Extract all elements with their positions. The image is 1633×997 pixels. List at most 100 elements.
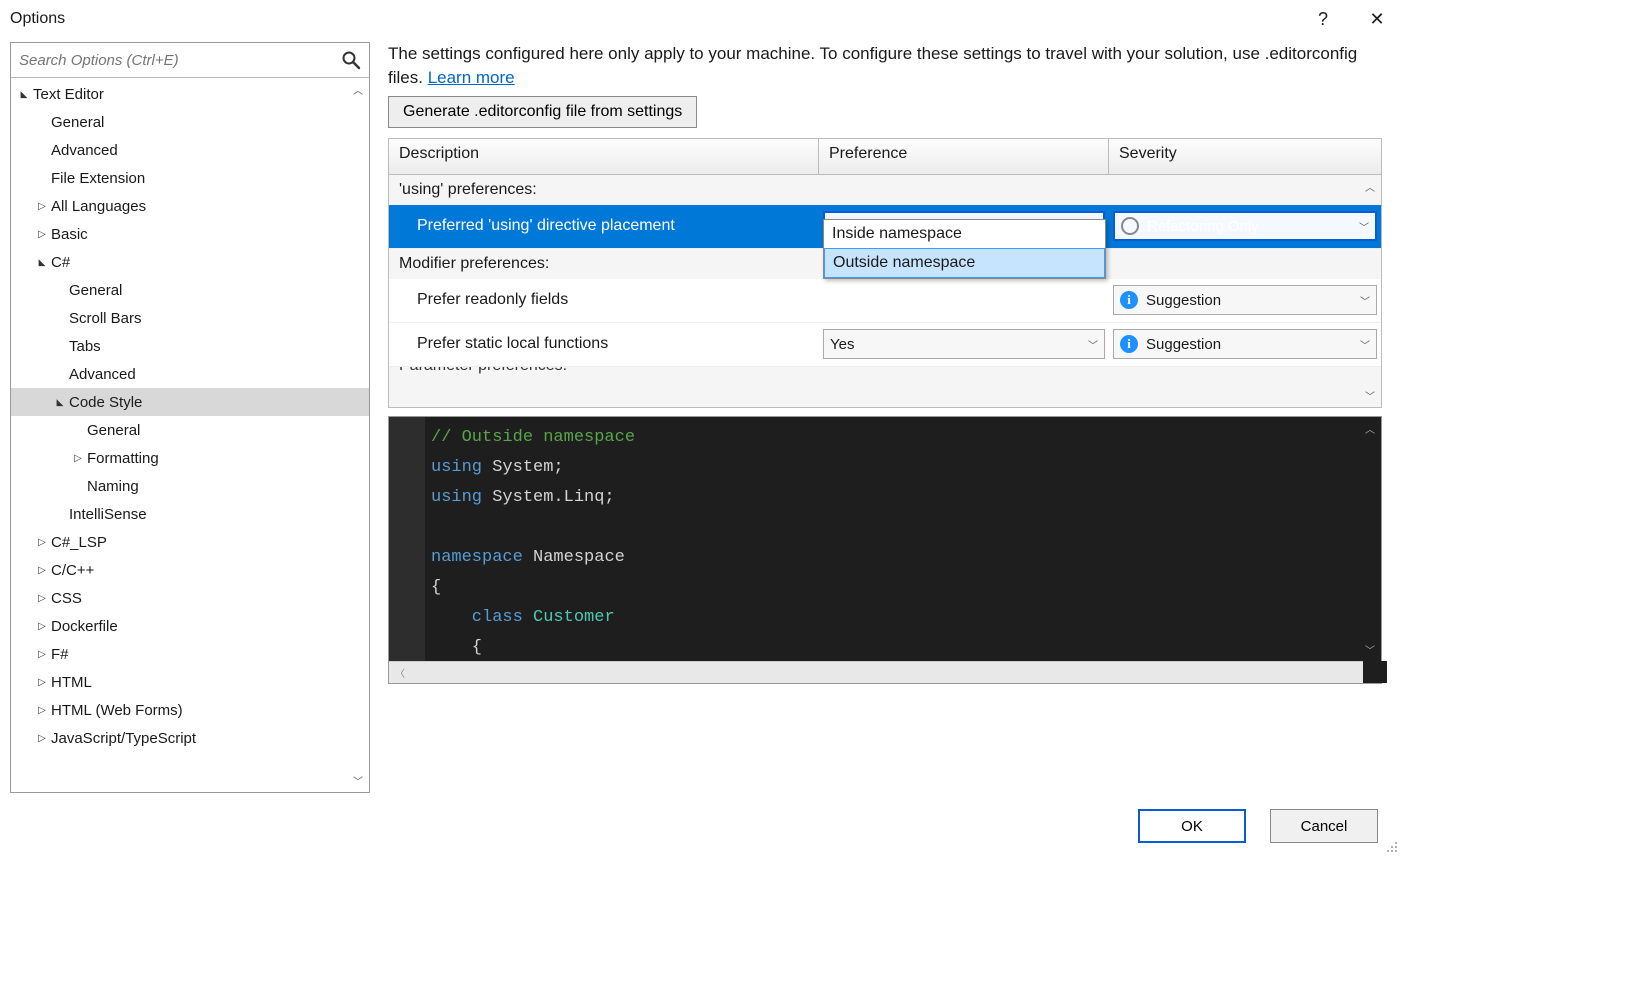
cell-severity: iSuggestion﹀ [1109,285,1381,315]
tree-node[interactable]: ▷HTML [11,668,369,696]
grid-scroll-down-icon[interactable]: ﹀ [1363,388,1377,403]
tree-node[interactable]: ◢Text Editor [11,80,369,108]
expand-icon[interactable]: ▷ [35,537,49,548]
tree-label: Text Editor [31,86,104,103]
collapse-icon[interactable]: ◢ [17,89,31,100]
cell-preference: Yes﹀ [819,329,1109,359]
cell-severity: Refactoring Only﹀ [1109,211,1381,241]
setting-description: Prefer readonly fields [389,291,819,309]
dropdown-option[interactable]: Outside namespace [824,248,1105,278]
tree-node[interactable]: ▷Advanced [11,136,369,164]
tree-node[interactable]: ▷General [11,276,369,304]
tree-node[interactable]: ▷File Extension [11,164,369,192]
info-icon: i [1120,335,1138,353]
preference-combo[interactable]: Yes﹀ [823,329,1105,359]
cancel-button[interactable]: Cancel [1270,809,1378,843]
expand-icon[interactable]: ▷ [35,593,49,604]
expand-icon[interactable]: ▷ [35,677,49,688]
collapse-icon[interactable]: ◢ [53,397,67,408]
tree-scroll[interactable]: ︿ ﹀ ◢Text Editor▷General▷Advanced▷File E… [11,78,369,792]
cell-severity: iSuggestion﹀ [1109,329,1381,359]
expand-icon[interactable]: ▷ [35,229,49,240]
tree-node[interactable]: ▷Dockerfile [11,612,369,640]
tree-label: Advanced [67,366,136,383]
grid-body[interactable]: ︿ ﹀ 'using' preferences:Preferred 'using… [389,175,1381,407]
grid-scroll-up-icon[interactable]: ︿ [1363,179,1377,194]
generate-editorconfig-button[interactable]: Generate .editorconfig file from setting… [388,96,697,128]
footer: OK Cancel [0,797,1400,855]
resize-grip-icon[interactable] [1383,838,1397,852]
expand-icon[interactable]: ▷ [35,733,49,744]
tree-node[interactable]: ▷HTML (Web Forms) [11,696,369,724]
combo-value: Suggestion [1146,292,1221,309]
tree-node[interactable]: ▷CSS [11,584,369,612]
expand-icon[interactable]: ▷ [35,705,49,716]
setting-description: Prefer static local functions [389,335,819,353]
tree-node[interactable]: ▷C/C++ [11,556,369,584]
close-icon[interactable]: ✕ [1364,6,1390,32]
tree-label: File Extension [49,170,145,187]
expand-icon[interactable]: ▷ [35,649,49,660]
severity-combo[interactable]: iSuggestion﹀ [1113,329,1377,359]
settings-grid: Description Preference Severity ︿ ﹀ 'usi… [388,138,1382,408]
severity-combo[interactable]: iSuggestion﹀ [1113,285,1377,315]
tree: ◢Text Editor▷General▷Advanced▷File Exten… [11,78,369,754]
col-preference[interactable]: Preference [819,139,1109,174]
setting-description: Preferred 'using' directive placement [389,217,819,235]
search-input[interactable] [11,43,369,77]
scroll-up-icon[interactable]: ︿ [351,82,365,97]
hint-text: The settings configured here only apply … [388,42,1382,90]
tree-node[interactable]: ▷Basic [11,220,369,248]
chevron-down-icon: ﹀ [1359,219,1369,234]
dropdown-option[interactable]: Inside namespace [824,220,1105,248]
ok-button[interactable]: OK [1138,809,1246,843]
tree-label: General [85,422,140,439]
tree-node[interactable]: ▷IntelliSense [11,500,369,528]
code-scroll-up-icon[interactable]: ︿ [1363,421,1377,436]
tree-node[interactable]: ◢Code Style [11,388,369,416]
setting-row[interactable]: Prefer readonly fields﹀iSuggestion﹀ [389,279,1381,323]
preference-dropdown[interactable]: Inside namespaceOutside namespace [823,219,1106,279]
circle-icon [1121,217,1139,235]
tree-label: HTML [49,674,92,691]
chevron-down-icon: ﹀ [1360,293,1370,308]
code-scroll-down-icon[interactable]: ﹀ [1363,642,1377,657]
tree-node[interactable]: ▷C#_LSP [11,528,369,556]
hint-body: The settings configured here only apply … [388,44,1357,87]
tree-node[interactable]: ◢C# [11,248,369,276]
tree-node[interactable]: ▷Tabs [11,332,369,360]
tree-label: C#_LSP [49,534,107,551]
tree-node[interactable]: ▷JavaScript/TypeScript [11,724,369,752]
expand-icon[interactable]: ▷ [35,621,49,632]
tree-node[interactable]: ▷All Languages [11,192,369,220]
tree-label: C/C++ [49,562,94,579]
scroll-down-icon[interactable]: ﹀ [351,773,365,788]
tree-node[interactable]: ▷General [11,108,369,136]
setting-row[interactable]: Prefer static local functionsYes﹀ iSugges… [389,323,1381,367]
code-text: // Outside namespace using System; using… [425,417,1381,661]
tree-node[interactable]: ▷Advanced [11,360,369,388]
tree-node[interactable]: ▷Formatting [11,444,369,472]
tree-label: F# [49,646,69,663]
collapse-icon[interactable]: ◢ [35,257,49,268]
help-icon[interactable]: ? [1310,6,1336,32]
tree-node[interactable]: ▷Naming [11,472,369,500]
expand-icon[interactable]: ▷ [35,201,49,212]
tree-label: General [49,114,104,131]
hscroll-left-icon[interactable]: 〈 [395,665,405,680]
tree-node[interactable]: ▷F# [11,640,369,668]
learn-more-link[interactable]: Learn more [428,68,515,87]
main-panel: The settings configured here only apply … [370,38,1400,797]
col-severity[interactable]: Severity [1109,139,1381,174]
expand-icon[interactable]: ▷ [35,565,49,576]
tree-label: Advanced [49,142,118,159]
grid-header: Description Preference Severity [389,139,1381,175]
sidebar: ︿ ﹀ ◢Text Editor▷General▷Advanced▷File E… [10,42,370,793]
tree-label: Formatting [85,450,159,467]
col-description[interactable]: Description [389,139,819,174]
severity-combo[interactable]: Refactoring Only﹀ [1113,211,1377,241]
tree-node[interactable]: ▷General [11,416,369,444]
code-hscroll[interactable]: 〈 〉 [389,661,1381,683]
tree-node[interactable]: ▷Scroll Bars [11,304,369,332]
expand-icon[interactable]: ▷ [71,453,85,464]
